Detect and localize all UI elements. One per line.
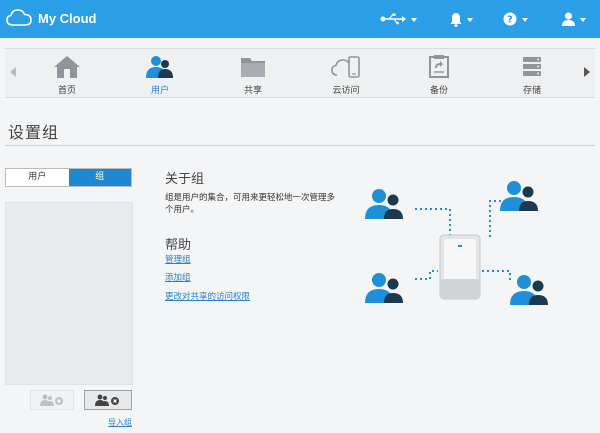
remove-group-button[interactable] [84, 390, 132, 410]
user-group-icon [365, 273, 403, 303]
top-bar: My Cloud ? [0, 0, 600, 38]
tab-groups[interactable]: 组 [68, 169, 131, 186]
title-divider [5, 145, 595, 146]
tab-users[interactable]: 用户 [6, 169, 69, 186]
page-title: 设置组 [8, 123, 60, 142]
nav-item-users[interactable]: 用户 [115, 49, 205, 97]
home-icon [54, 56, 80, 78]
user-group-icon [500, 181, 538, 211]
main-nav: 首页 用户 共享 云访问 备份 存储 [5, 48, 595, 98]
chevron-down-icon [522, 18, 528, 22]
import-groups-link[interactable]: 导入组 [108, 417, 132, 428]
usb-menu[interactable] [380, 10, 417, 28]
group-list[interactable] [5, 202, 133, 385]
groups-illustration [365, 181, 548, 305]
nav-item-label: 首页 [57, 86, 76, 96]
add-group-button[interactable] [30, 390, 74, 410]
backup-icon [429, 55, 449, 78]
user-group-icon [510, 275, 548, 305]
bell-icon [450, 12, 462, 27]
help-icon: ? [503, 12, 517, 26]
cloud-device-icon [331, 56, 360, 78]
nav-item-home[interactable]: 首页 [22, 49, 112, 97]
brand-name: My Cloud [38, 10, 97, 26]
chevron-down-icon [411, 18, 417, 22]
nav-item-shares[interactable]: 共享 [208, 49, 298, 97]
remove-group-icon [95, 394, 119, 406]
users-groups-toggle: 用户 组 [5, 168, 132, 187]
help-link-manage-groups[interactable]: 管理组 [165, 253, 191, 265]
nav-item-label: 存储 [522, 86, 541, 96]
cloud-logo-icon [6, 9, 32, 26]
nas-device-icon [439, 234, 481, 300]
user-icon [562, 12, 575, 26]
nav-scroll-right-icon[interactable] [584, 67, 590, 77]
chevron-down-icon [580, 18, 586, 22]
user-group-icon [365, 189, 403, 219]
nav-item-label: 云访问 [332, 86, 360, 96]
svg-text:?: ? [507, 15, 513, 26]
about-heading: 关于组 [165, 172, 205, 187]
nav-item-backup[interactable]: 备份 [394, 49, 484, 97]
nav-item-label: 共享 [243, 86, 262, 96]
users-icon [146, 56, 173, 78]
nav-item-label: 用户 [150, 86, 169, 96]
brand[interactable]: My Cloud [6, 8, 97, 28]
usb-icon [380, 13, 406, 25]
nav-scroll-left-icon[interactable] [10, 67, 16, 77]
notifications-menu[interactable] [450, 10, 473, 28]
help-link-add-group[interactable]: 添加组 [165, 271, 191, 283]
chevron-down-icon [467, 18, 473, 22]
help-link-share-access[interactable]: 更改对共享的访问权限 [165, 290, 250, 302]
nav-item-storage[interactable]: 存储 [487, 49, 577, 97]
help-menu[interactable]: ? [503, 10, 528, 28]
nav-item-label: 备份 [429, 86, 448, 96]
user-menu[interactable] [562, 10, 586, 28]
folder-icon [241, 58, 265, 77]
storage-icon [523, 57, 541, 76]
about-text: 组是用户的集合，可用来更轻松地一次管理多个用户。 [165, 193, 336, 215]
add-group-icon [40, 394, 63, 406]
nav-item-cloud-access[interactable]: 云访问 [301, 49, 391, 97]
help-heading: 帮助 [165, 238, 192, 253]
